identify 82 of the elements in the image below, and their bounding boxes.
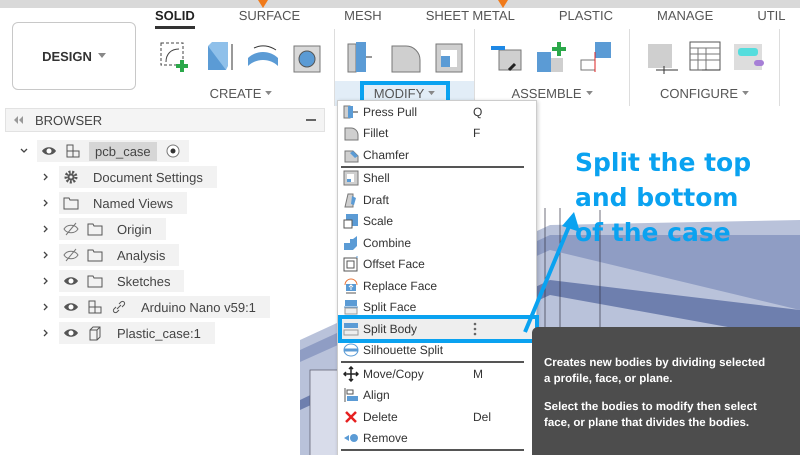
group-dropdown[interactable]: CONFIGURE	[648, 81, 761, 106]
folder-icon	[87, 221, 103, 237]
sphere-band-icon	[343, 342, 359, 358]
tree-label: Arduino Nano v59:1	[140, 298, 257, 316]
menu-item[interactable]: Draft	[341, 189, 536, 210]
ribbon-tab[interactable]: UTIL	[757, 8, 786, 29]
menu-item[interactable]: Move/Copy M	[341, 363, 536, 384]
move-arrows-icon	[343, 366, 359, 382]
menu-item[interactable]: Scale	[341, 210, 536, 232]
menu-item[interactable]: Chamfer	[341, 144, 536, 166]
menu-item[interactable]: Split Body	[341, 318, 536, 340]
tree-label: Origin	[116, 220, 153, 238]
caret-icon	[265, 91, 272, 96]
workspace-dropdown[interactable]: DESIGN	[12, 22, 136, 90]
tooltip-text: Creates new bodies by dividing selected	[544, 356, 766, 371]
tree-label: Analysis	[116, 246, 166, 264]
split-block-icon	[343, 320, 359, 337]
radio-on-icon	[164, 143, 181, 159]
menu-item[interactable]: Delete Del	[341, 406, 536, 428]
square-line-icon	[579, 40, 613, 74]
folder-icon	[87, 247, 103, 263]
group-dropdown[interactable]: CREATE	[198, 81, 284, 106]
link-icon	[111, 299, 127, 315]
folder-icon	[87, 273, 103, 289]
menu-item[interactable]: Replace Face	[341, 275, 536, 296]
tree-item[interactable]: Origin	[59, 218, 166, 240]
nested-squares-icon	[343, 213, 359, 230]
tree-label: Plastic_case:1	[116, 324, 202, 342]
crossed-eye-icon	[63, 221, 79, 237]
tree-item[interactable]: Sketches	[59, 270, 184, 292]
ribbon-tab[interactable]: SHEET METAL	[426, 8, 515, 29]
blocks-plus-icon	[535, 40, 569, 74]
browser-title: BROWSER	[35, 112, 104, 128]
caret-icon	[586, 91, 593, 96]
tree-item[interactable]: Named Views	[59, 192, 187, 214]
cross-icon	[343, 408, 359, 425]
block-arrow-icon	[343, 104, 359, 120]
component-icon	[87, 299, 103, 315]
ribbon-tab[interactable]: SURFACE	[238, 8, 300, 29]
menu-item[interactable]: Combine	[341, 232, 536, 254]
tree-label: Named Views	[92, 194, 174, 212]
menu-item[interactable]: Remove	[341, 428, 536, 449]
tree-item[interactable]: Document Settings	[59, 166, 217, 188]
tooltip-text: a profile, face, or plane.	[544, 372, 674, 387]
tree-item[interactable]: Plastic_case:1	[59, 322, 215, 344]
cube-icon	[87, 325, 103, 341]
gear-icon	[63, 169, 79, 185]
folder-icon	[63, 195, 79, 211]
menu-item[interactable]: Shell	[341, 168, 536, 189]
tree-label: Document Settings	[92, 168, 204, 186]
stacked-blocks-icon	[343, 234, 359, 251]
tooltip-text: Select the bodies to modify then select	[544, 400, 758, 415]
caret-icon	[98, 53, 106, 59]
menu-item[interactable]: Align	[341, 384, 536, 406]
ribbon-tab[interactable]: MANAGE	[657, 8, 714, 29]
rounded-corner-icon	[343, 125, 359, 142]
tooltip-text: face, or plane that divides the bodies.	[544, 416, 750, 431]
double-chevron-icon	[14, 116, 23, 124]
tree-label: pcb_case	[89, 142, 157, 160]
menu-item[interactable]: Fillet F	[341, 122, 536, 144]
menu-item[interactable]: Silhouette Split	[341, 340, 536, 361]
ribbon-tab[interactable]: MESH	[344, 8, 382, 29]
ribbon-tab[interactable]: SOLID	[155, 8, 195, 29]
more-icon	[473, 322, 477, 336]
tree-item[interactable]: Analysis	[59, 244, 180, 266]
minimize-icon	[306, 118, 316, 122]
menu-item[interactable]: Split Face	[341, 296, 536, 318]
align-bars-icon	[343, 387, 359, 404]
menu-item[interactable]: Offset Face	[341, 254, 536, 275]
split-square-icon	[343, 299, 359, 316]
tree-label: Sketches	[116, 272, 172, 290]
tree-item[interactable]: pcb_case	[37, 140, 189, 162]
caret-icon	[428, 91, 436, 96]
hollow-box-icon	[343, 170, 359, 186]
tapered-block-icon	[343, 192, 359, 208]
crossed-eye-icon	[63, 247, 79, 263]
framed-square-icon	[343, 256, 359, 272]
component-icon	[65, 143, 81, 159]
tree-item[interactable]: Arduino Nano v59:1	[59, 296, 270, 318]
house-arrow-icon	[343, 278, 359, 294]
caret-icon	[742, 91, 749, 96]
ribbon-tab[interactable]: PLASTIC	[558, 8, 613, 29]
